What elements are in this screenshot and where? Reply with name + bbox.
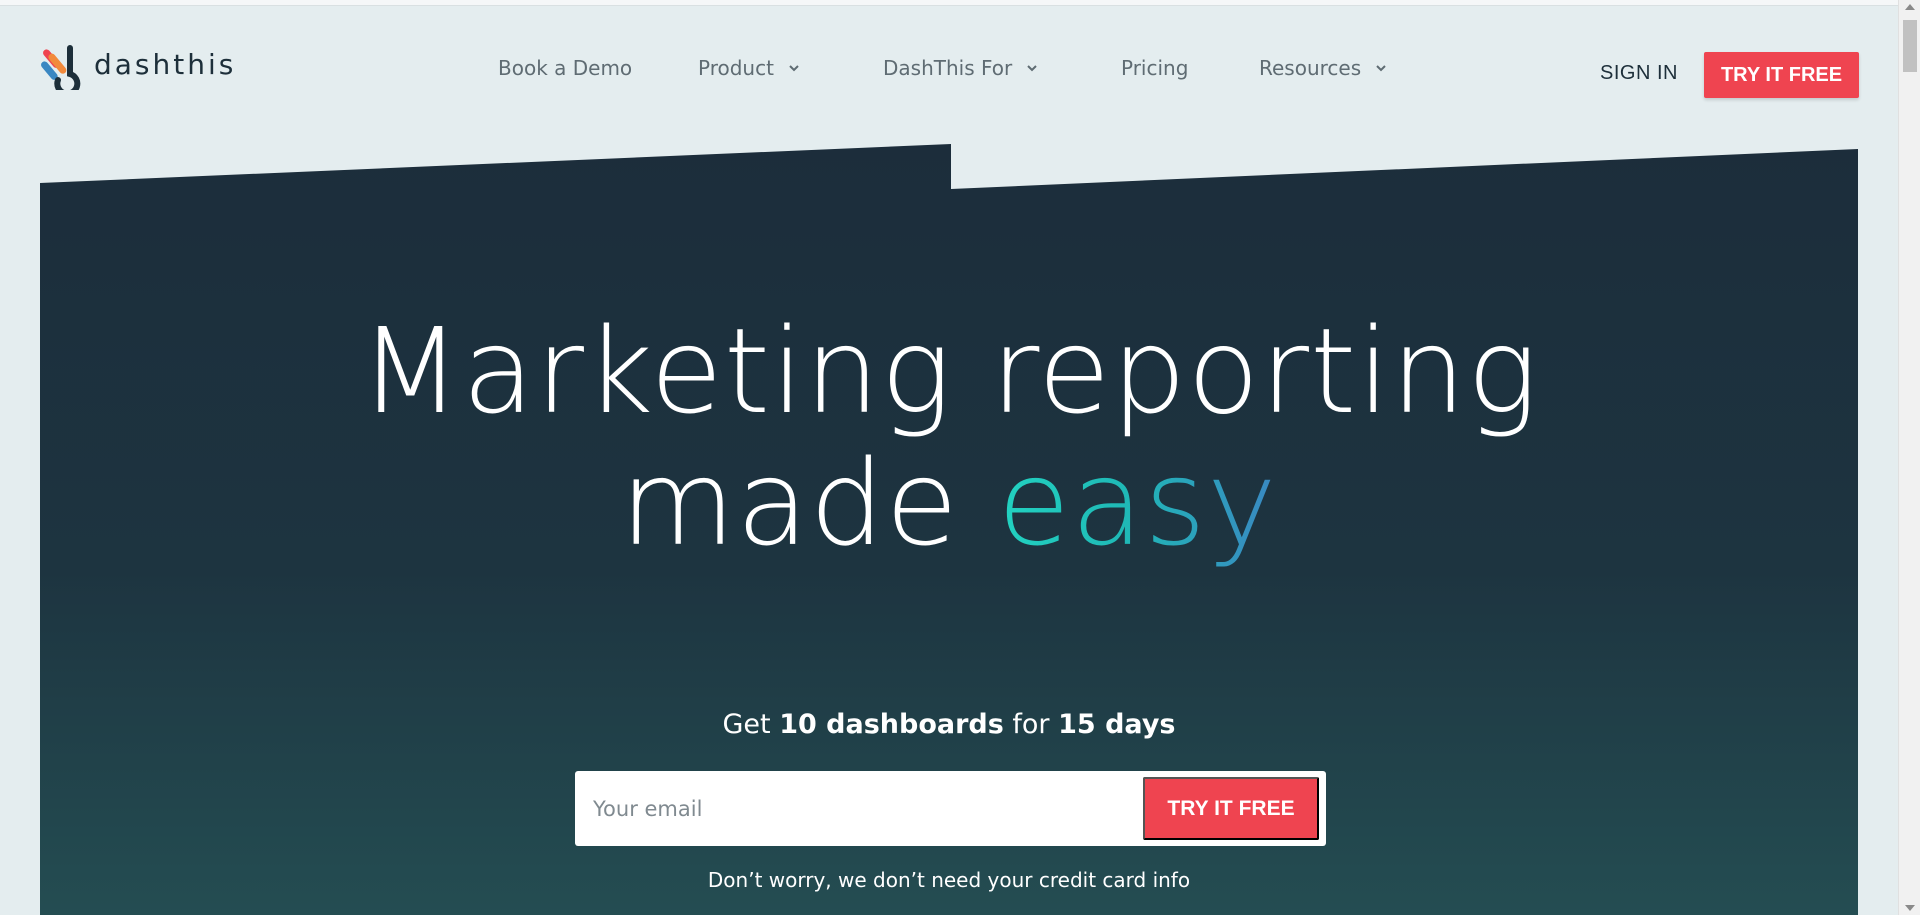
- nav-pricing-label: Pricing: [1121, 56, 1189, 80]
- scroll-up-arrow-icon[interactable]: [1905, 4, 1915, 10]
- logo[interactable]: dashthis: [40, 40, 236, 90]
- logo-text: dashthis: [94, 47, 237, 81]
- logo-icon: [41, 45, 81, 90]
- vertical-scrollbar[interactable]: [1898, 0, 1920, 915]
- chevron-down-icon: [1376, 65, 1386, 72]
- site-header: dashthis Book a Demo Product DashThis Fo…: [0, 6, 1898, 126]
- header-try-free-button[interactable]: TRY IT FREE: [1704, 52, 1859, 98]
- hero-try-free-button[interactable]: TRY IT FREE: [1143, 777, 1319, 840]
- offer-mid: for: [1003, 709, 1059, 740]
- offer-days: 15 days: [1058, 709, 1176, 740]
- nav-dashthis-for[interactable]: DashThis For: [883, 56, 1038, 80]
- offer-pre: Get: [722, 709, 780, 740]
- chevron-down-icon: [789, 65, 799, 72]
- hero-title-line1: Marketing reporting: [359, 302, 1539, 440]
- sign-in-link[interactable]: SIGN IN: [1600, 62, 1678, 85]
- nav-book-demo[interactable]: Book a Demo: [498, 56, 632, 80]
- nav-book-demo-label: Book a Demo: [498, 56, 633, 80]
- nav-resources-label: Resources: [1259, 56, 1362, 80]
- hero-section: Marketing reporting made easy Get 10 das…: [40, 144, 1858, 915]
- nav-product-label: Product: [698, 56, 774, 80]
- credit-card-note: Don’t worry, we don’t need your credit c…: [707, 868, 1191, 892]
- offer-text: Get 10 dashboards for 15 days: [40, 709, 1858, 740]
- hero-title-line2: made easy: [40, 444, 1858, 562]
- nav-resources[interactable]: Resources: [1259, 56, 1387, 80]
- signup-form: TRY IT FREE: [575, 771, 1326, 846]
- hero-title-prefix: made: [620, 434, 998, 572]
- email-input[interactable]: [593, 781, 1113, 836]
- nav-pricing[interactable]: Pricing: [1121, 56, 1188, 80]
- offer-dashboards: 10 dashboards: [779, 709, 1004, 740]
- hero-title-accent: easy: [997, 434, 1278, 572]
- nav-product[interactable]: Product: [698, 56, 800, 80]
- scroll-down-arrow-icon[interactable]: [1905, 905, 1915, 911]
- scrollbar-thumb[interactable]: [1903, 20, 1917, 72]
- nav-dashthis-for-label: DashThis For: [883, 56, 1013, 80]
- chevron-down-icon: [1027, 65, 1037, 72]
